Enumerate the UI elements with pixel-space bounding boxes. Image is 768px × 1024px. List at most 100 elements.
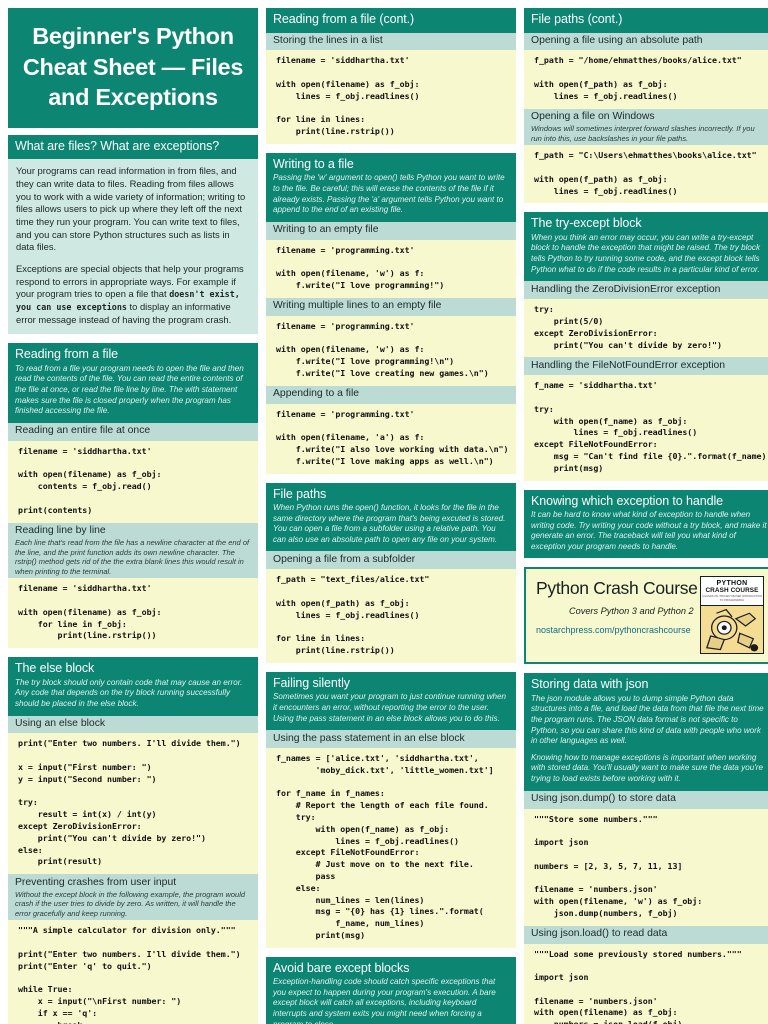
code-block: f_path = "/home/ehmatthes/books/alice.tx… — [524, 50, 768, 109]
subsection-heading: Using the pass statement in an else bloc… — [266, 730, 516, 749]
promo-title: Python Crash Course — [536, 578, 698, 599]
subsection-note: Each line that's read from the file has … — [15, 537, 250, 576]
section-note: When Python runs the open() function, it… — [273, 503, 506, 544]
section-try-except: The try-except block When you think an e… — [524, 212, 768, 481]
subsection-heading: Writing to an empty file — [266, 221, 516, 240]
section-title: The try-except block — [531, 216, 642, 231]
section-title: Storing data with json — [531, 677, 649, 692]
section-banner: Writing to a file Passing the 'w' argume… — [266, 152, 516, 222]
column-left: Beginner's Python Cheat Sheet — Files an… — [8, 8, 258, 1024]
robot-icon — [705, 609, 759, 652]
column-right: File paths (cont.) Opening a file using … — [524, 8, 768, 1024]
section-banner: File paths When Python runs the open() f… — [266, 482, 516, 552]
code-block: f_path = "C:\Users\ehmatthes\books\alice… — [524, 145, 768, 204]
paragraph: Your programs can read information in fr… — [16, 165, 246, 253]
column-middle: Reading from a file (cont.) Storing the … — [266, 8, 516, 1024]
section-title: Writing to a file — [273, 156, 354, 171]
section-reading-cont: Reading from a file (cont.) Storing the … — [266, 8, 516, 144]
section-note: It can be hard to know what kind of exce… — [531, 510, 767, 551]
section-note: Sometimes you want your program to just … — [273, 692, 507, 723]
hero-title-card: Beginner's Python Cheat Sheet — Files an… — [8, 8, 258, 128]
section-knowing-which-exception: Knowing which exception to handle It can… — [524, 489, 768, 559]
section-body: Your programs can read information in fr… — [8, 159, 258, 335]
section-banner: The else block The try block should only… — [8, 657, 258, 716]
paragraph: Exceptions are special objects that help… — [16, 263, 250, 326]
subsection-heading: Storing the lines in a list — [266, 32, 516, 51]
section-what-are-files: What are files? What are exceptions? You… — [8, 134, 258, 335]
code-block: print("Enter two numbers. I'll divide th… — [8, 733, 258, 875]
code-block: filename = 'programming.txt' with open(f… — [266, 315, 516, 386]
book-promo: Python Crash Course Covers Python 3 and … — [524, 567, 768, 665]
code-block: """Load some previously stored numbers."… — [524, 943, 768, 1024]
subsection-heading: Opening a file on Windows Windows will so… — [524, 108, 768, 146]
promo-subtitle: Covers Python 3 and Python 2 — [568, 605, 694, 616]
section-banner: Knowing which exception to handle It can… — [524, 489, 768, 559]
section-note: To read from a file your program needs t… — [15, 363, 244, 416]
section-banner: Storing data with json The json module a… — [524, 673, 768, 791]
section-title: Knowing which exception to handle — [531, 493, 723, 508]
section-note: The json module allows you to dump simpl… — [531, 693, 764, 746]
book-title-line2: CRASH COURSE — [705, 587, 759, 595]
subsection-label: Reading line by line — [15, 525, 106, 536]
section-note: The try block should only contain code t… — [15, 677, 243, 708]
promo-text: Python Crash Course Covers Python 3 and … — [536, 576, 698, 635]
section-note: Exception-handling code should catch spe… — [273, 977, 496, 1024]
subsection-heading: Preventing crashes from user input Withou… — [8, 874, 258, 921]
code-block: filename = 'siddhartha.txt' with open(fi… — [266, 50, 516, 144]
section-banner: Reading from a file To read from a file … — [8, 343, 258, 423]
code-block: """A simple calculator for division only… — [8, 920, 258, 1024]
section-note: Knowing how to manage exceptions is impo… — [531, 752, 763, 784]
section-title: Reading from a file — [15, 347, 119, 362]
subsection-heading: Opening a file from a subfolder — [266, 551, 516, 570]
section-storing-json: Storing data with json The json module a… — [524, 673, 768, 1024]
page-title: Beginner's Python Cheat Sheet — Files an… — [22, 23, 244, 111]
code-block: filename = 'programming.txt' with open(f… — [266, 403, 516, 474]
code-block: try: print(5/0) except ZeroDivisionError… — [524, 299, 768, 358]
book-cover-image: PYTHON CRASH COURSE A HANDS-ON, PROJECT-… — [700, 576, 764, 655]
section-banner: Reading from a file (cont.) — [266, 8, 516, 33]
section-banner: What are files? What are exceptions? — [8, 134, 258, 160]
section-banner: File paths (cont.) — [524, 8, 768, 33]
promo-panel: Python Crash Course Covers Python 3 and … — [524, 567, 768, 665]
section-title: The else block — [15, 661, 95, 676]
subsection-label: Preventing crashes from user input — [15, 876, 177, 888]
subsection-heading: Appending to a file — [266, 385, 516, 404]
code-block: f_name = 'siddhartha.txt' try: with open… — [524, 375, 768, 481]
subsection-note: Without the except block in the followin… — [15, 889, 246, 918]
code-block: filename = 'siddhartha.txt' with open(fi… — [8, 578, 258, 649]
section-avoid-bare-except: Avoid bare except blocks Exception-handl… — [266, 956, 516, 1024]
code-block: filename = 'siddhartha.txt' with open(fi… — [8, 440, 258, 523]
code-block: filename = 'programming.txt' with open(f… — [266, 239, 516, 298]
section-title: Avoid bare except blocks — [273, 960, 410, 975]
subsection-heading: Using an else block — [8, 715, 258, 734]
section-title: File paths — [273, 486, 327, 501]
code-block: """Store some numbers.""" import json nu… — [524, 808, 768, 926]
subsection-heading: Opening a file using an absolute path — [524, 32, 768, 51]
book-title-line1: PYTHON — [716, 580, 748, 588]
section-title: Failing silently — [273, 675, 350, 690]
subsection-heading: Using json.dump() to store data — [524, 790, 768, 809]
section-banner: Failing silently Sometimes you want your… — [266, 671, 516, 731]
section-file-paths: File paths When Python runs the open() f… — [266, 482, 516, 663]
cheat-sheet-grid: Beginner's Python Cheat Sheet — Files an… — [8, 8, 768, 1024]
cheat-sheet-page: Beginner's Python Cheat Sheet — Files an… — [0, 0, 768, 1024]
section-title: File paths (cont.) — [531, 12, 623, 26]
subsection-label: Opening a file on Windows — [531, 111, 655, 123]
promo-url-link[interactable]: nostarchpress.com/pythoncrashcourse — [536, 625, 698, 635]
book-cover-title: PYTHON CRASH COURSE A HANDS-ON, PROJECT-… — [701, 577, 763, 607]
section-writing-to-a-file: Writing to a file Passing the 'w' argume… — [266, 152, 516, 474]
code-block: f_names = ['alice.txt', 'siddhartha.txt'… — [266, 748, 516, 948]
subsection-heading: Reading an entire file at once — [8, 422, 258, 441]
section-file-paths-cont: File paths (cont.) Opening a file using … — [524, 8, 768, 204]
code-block: f_path = "text_files/alice.txt" with ope… — [266, 569, 516, 663]
subsection-heading: Using json.load() to read data — [524, 925, 768, 944]
subsection-heading: Handling the ZeroDivisionError exception — [524, 281, 768, 300]
section-failing-silently: Failing silently Sometimes you want your… — [266, 671, 516, 948]
section-else-block: The else block The try block should only… — [8, 657, 258, 1024]
section-reading-from-a-file: Reading from a file To read from a file … — [8, 343, 258, 649]
subsection-heading: Writing multiple lines to an empty file — [266, 297, 516, 316]
section-note: When you think an error may occur, you c… — [531, 232, 761, 274]
subsection-heading: Reading line by line Each line that's rea… — [8, 522, 258, 579]
section-title: What are files? What are exceptions? — [15, 138, 220, 153]
section-title: Reading from a file (cont.) — [273, 12, 415, 26]
